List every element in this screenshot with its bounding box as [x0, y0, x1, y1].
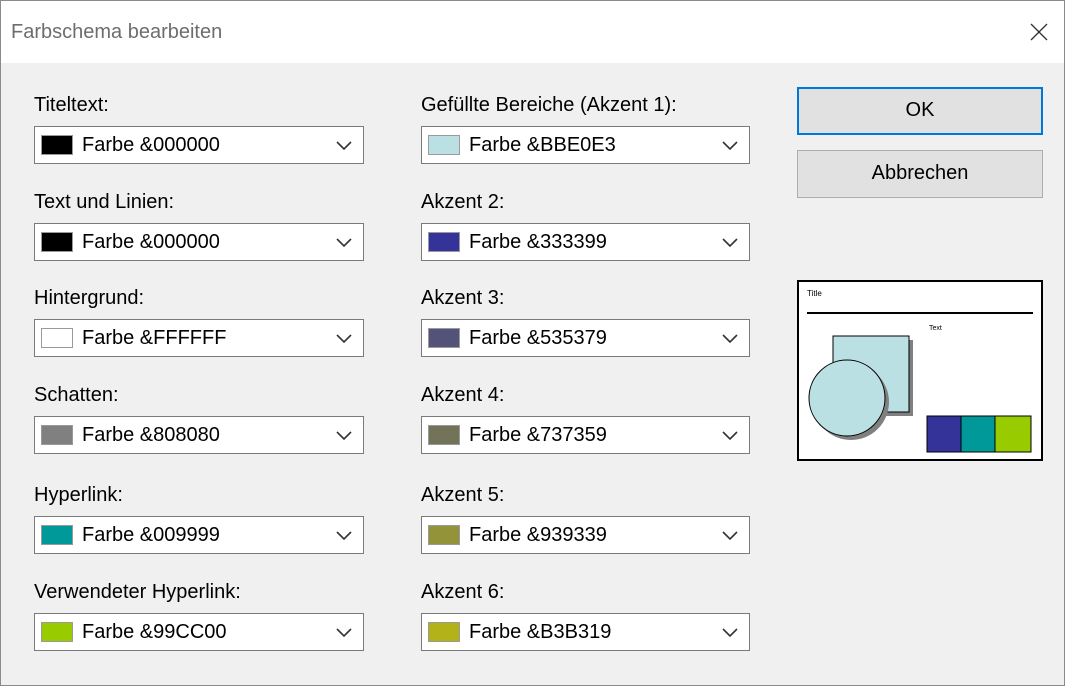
- ok-button[interactable]: OK: [797, 87, 1043, 135]
- chevron-down-icon: [722, 628, 738, 638]
- preview-bar-accent-2: [926, 415, 962, 453]
- chevron-down-icon: [336, 238, 352, 248]
- label-accent-4: Akzent 4:: [421, 384, 505, 406]
- chevron-down-icon: [722, 141, 738, 151]
- combo-accent-3[interactable]: Farbe &535379: [421, 319, 750, 357]
- label-accent-3: Akzent 3:: [421, 287, 505, 309]
- combo-accent-4[interactable]: Farbe &737359: [421, 416, 750, 454]
- combo-value: Farbe &BBE0E3: [469, 134, 616, 156]
- label-text-lines: Text und Linien:: [34, 191, 175, 213]
- color-swatch: [428, 525, 460, 545]
- color-swatch: [41, 425, 73, 445]
- chevron-down-icon: [336, 334, 352, 344]
- color-swatch: [41, 328, 73, 348]
- dialog-title: Farbschema bearbeiten: [11, 21, 223, 43]
- chevron-down-icon: [722, 431, 738, 441]
- color-swatch: [41, 525, 73, 545]
- color-swatch: [41, 232, 73, 252]
- label-accent-5: Akzent 5:: [421, 484, 505, 506]
- chevron-down-icon: [722, 334, 738, 344]
- combo-value: Farbe &B3B319: [469, 621, 612, 643]
- combo-value: Farbe &000000: [82, 134, 220, 156]
- close-icon[interactable]: [1024, 17, 1054, 47]
- color-swatch: [428, 232, 460, 252]
- combo-value: Farbe &333399: [469, 231, 607, 253]
- combo-value: Farbe &99CC00: [82, 621, 227, 643]
- chevron-down-icon: [336, 531, 352, 541]
- label-accent-2: Akzent 2:: [421, 191, 505, 213]
- chevron-down-icon: [722, 238, 738, 248]
- preview-bar-hyperlink: [960, 415, 996, 453]
- combo-shadow[interactable]: Farbe &808080: [34, 416, 364, 454]
- combo-value: Farbe &FFFFFF: [82, 327, 227, 349]
- preview-bar-visited: [994, 415, 1032, 453]
- chevron-down-icon: [722, 531, 738, 541]
- title-bar: Farbschema bearbeiten: [1, 1, 1064, 63]
- combo-visited-hyperlink[interactable]: Farbe &99CC00: [34, 613, 364, 651]
- preview-circle: [808, 359, 886, 437]
- combo-value: Farbe &808080: [82, 424, 220, 446]
- label-background: Hintergrund:: [34, 287, 145, 309]
- label-hyperlink: Hyperlink:: [34, 484, 123, 506]
- label-visited-hyperlink: Verwendeter Hyperlink:: [34, 581, 241, 603]
- combo-value: Farbe &009999: [82, 524, 220, 546]
- chevron-down-icon: [336, 431, 352, 441]
- scheme-preview: Title Text: [797, 280, 1043, 461]
- preview-title: Title: [807, 289, 822, 298]
- chevron-down-icon: [336, 628, 352, 638]
- combo-value: Farbe &000000: [82, 231, 220, 253]
- color-swatch: [428, 425, 460, 445]
- combo-accent-5[interactable]: Farbe &939339: [421, 516, 750, 554]
- chevron-down-icon: [336, 141, 352, 151]
- label-accent-1: Gefüllte Bereiche (Akzent 1):: [421, 94, 677, 116]
- combo-value: Farbe &939339: [469, 524, 607, 546]
- label-shadow: Schatten:: [34, 384, 119, 406]
- combo-value: Farbe &737359: [469, 424, 607, 446]
- combo-hyperlink[interactable]: Farbe &009999: [34, 516, 364, 554]
- combo-accent-2[interactable]: Farbe &333399: [421, 223, 750, 261]
- cancel-button[interactable]: Abbrechen: [797, 150, 1043, 198]
- label-accent-6: Akzent 6:: [421, 581, 505, 603]
- color-swatch: [428, 328, 460, 348]
- color-swatch: [41, 622, 73, 642]
- combo-accent-6[interactable]: Farbe &B3B319: [421, 613, 750, 651]
- combo-text-lines[interactable]: Farbe &000000: [34, 223, 364, 261]
- color-swatch: [428, 622, 460, 642]
- color-swatch: [41, 135, 73, 155]
- preview-text: Text: [929, 325, 942, 332]
- label-title-text: Titeltext:: [34, 94, 109, 116]
- combo-title-text[interactable]: Farbe &000000: [34, 126, 364, 164]
- combo-background[interactable]: Farbe &FFFFFF: [34, 319, 364, 357]
- preview-graphic: Title Text: [807, 289, 1033, 453]
- combo-accent-1[interactable]: Farbe &BBE0E3: [421, 126, 750, 164]
- combo-value: Farbe &535379: [469, 327, 607, 349]
- color-swatch: [428, 135, 460, 155]
- edit-color-scheme-dialog: Farbschema bearbeiten Titeltext: Farbe &…: [0, 0, 1065, 686]
